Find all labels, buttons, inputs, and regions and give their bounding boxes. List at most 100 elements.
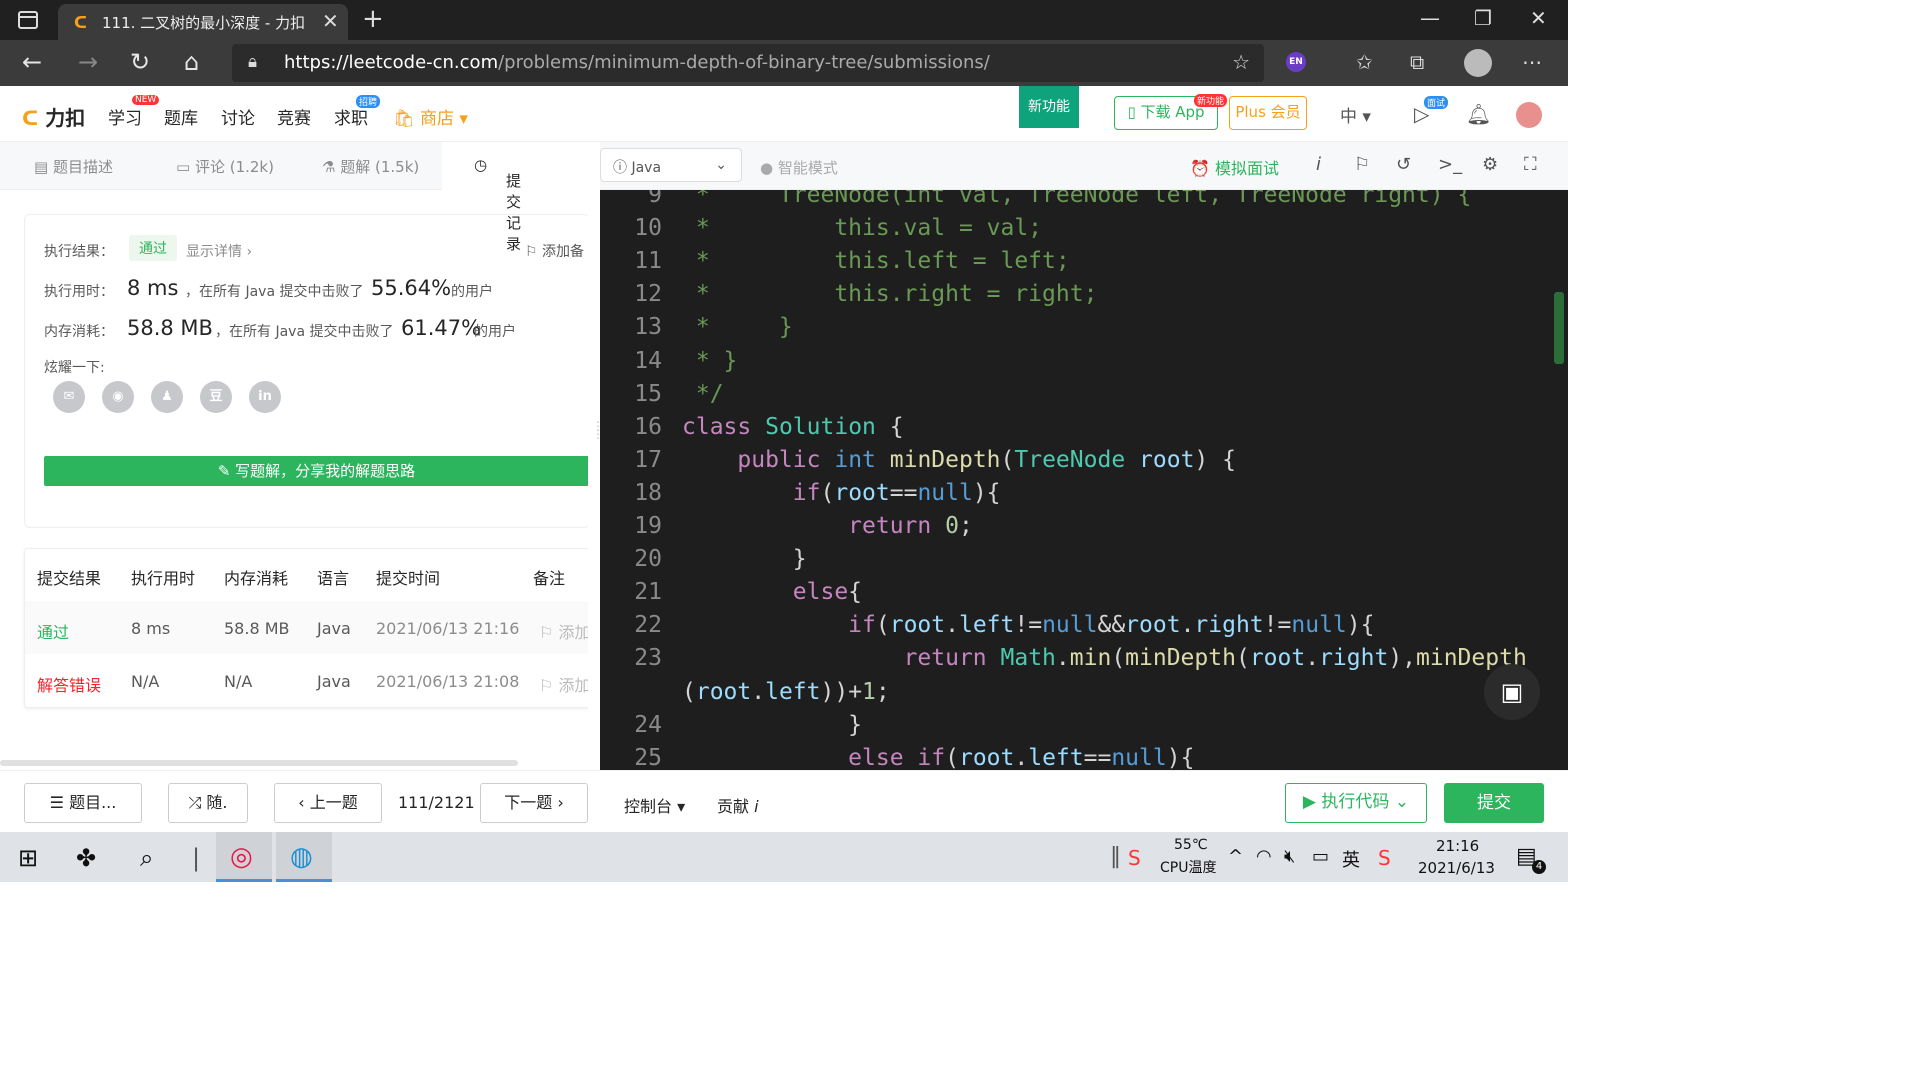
write-solution-button[interactable]: ✎ 写题解，分享我的解题思路 (44, 456, 589, 486)
add-note-link[interactable]: ⚐ 添加备 (525, 241, 584, 261)
row-status[interactable]: 通过 (37, 619, 69, 643)
settings-icon[interactable]: ⚙ (1482, 154, 1498, 175)
notification-bell-icon[interactable]: 🔔︎ (1466, 102, 1491, 126)
mock-interview-button[interactable]: ⏰ 模拟面试 (1190, 155, 1279, 179)
nav-contest[interactable]: 竞赛 (277, 104, 311, 129)
linkedin-share-icon[interactable]: in (249, 381, 281, 413)
code-line[interactable]: class Solution { (682, 414, 904, 440)
row-note[interactable]: ⚐ 添加 (539, 672, 590, 696)
edge-app-icon[interactable]: ◍ (276, 832, 332, 882)
chrome-app-icon[interactable]: ◎ (216, 832, 272, 882)
new-tab-icon[interactable]: + (362, 4, 384, 34)
reset-icon[interactable]: ↺ (1396, 154, 1411, 175)
code-line[interactable]: if(root.left!=null&&root.right!=null){ (682, 612, 1374, 638)
minimize-icon[interactable]: — (1420, 6, 1440, 30)
translate-extension-icon[interactable]: EN (1286, 52, 1306, 72)
clock-date[interactable]: 2021/6/13 (1418, 859, 1495, 877)
profile-avatar[interactable] (1464, 49, 1492, 77)
contribute-link[interactable]: 贡献 i (717, 793, 759, 817)
row-note[interactable]: ⚐ 添加 (539, 619, 590, 643)
language-select[interactable]: 中 ▾ (1340, 102, 1371, 127)
code-line[interactable]: return Math.min(minDepth(root.right),min… (682, 645, 1527, 671)
ime-indicator[interactable]: 英 (1342, 846, 1360, 872)
show-hidden-icons[interactable]: ^ (1228, 846, 1243, 867)
table-row[interactable]: 解答错误 N/A N/A Java 2021/06/13 21:08 ⚐ 添加 (25, 654, 591, 707)
browser-tab[interactable]: ᑕ 111. 二叉树的最小深度 - 力扣（L ✕ (58, 4, 348, 40)
mute-icon[interactable]: 🔇︎ (1284, 846, 1295, 867)
tab-comments[interactable]: ▭ 评论 (1.2k) (176, 156, 274, 177)
table-row[interactable]: 通过 8 ms 58.8 MB Java 2021/06/13 21:16 ⚐ … (25, 601, 591, 654)
close-tab-icon[interactable]: ✕ (322, 9, 339, 33)
add-favorite-icon[interactable]: ☆ (1232, 50, 1250, 74)
sogou-tray-icon[interactable]: S (1378, 846, 1391, 870)
sogou-icon[interactable]: S (1128, 846, 1141, 870)
nav-problems[interactable]: 题库 (164, 104, 198, 129)
plus-member-button[interactable]: Plus 会员 (1229, 96, 1307, 130)
run-code-button[interactable]: ▶ 执行代码 ⌄ (1285, 783, 1427, 823)
editor-scrollbar[interactable] (1554, 292, 1564, 364)
submit-button[interactable]: 提交 (1444, 783, 1544, 823)
battery-icon[interactable]: ▭ (1312, 846, 1329, 867)
new-feature-ribbon[interactable]: 新功能 (1019, 86, 1079, 128)
clock-time[interactable]: 21:16 (1436, 837, 1479, 855)
tab-description[interactable]: ▤ 题目描述 (34, 156, 113, 177)
code-line[interactable]: (root.left))+1; (682, 679, 890, 705)
smart-mode-toggle[interactable]: ● 智能模式 (760, 157, 838, 178)
code-line[interactable]: else{ (682, 579, 862, 605)
wechat-share-icon[interactable]: ✉ (53, 381, 85, 413)
pinwheel-app-icon[interactable]: ✤ (76, 844, 96, 872)
wifi-icon[interactable]: ◠ (1256, 846, 1272, 867)
home-icon[interactable]: ⌂ (184, 48, 199, 76)
info-icon[interactable]: i (1316, 154, 1321, 175)
code-line[interactable]: if(root==null){ (682, 480, 1001, 506)
forward-icon[interactable]: → (78, 48, 98, 76)
code-line[interactable]: * TreeNode(int val, TreeNode left, TreeN… (682, 190, 1471, 208)
tab-actions-icon[interactable] (18, 11, 38, 29)
code-line[interactable]: * } (682, 314, 793, 340)
language-select[interactable]: ⓘ Java ⌄ (600, 148, 742, 182)
restore-icon[interactable]: ❐ (1474, 6, 1492, 30)
terminal-icon[interactable]: >_ (1438, 154, 1462, 175)
next-problem-button[interactable]: 下一题 › (480, 783, 588, 823)
collections-icon[interactable]: ⧉ (1410, 50, 1424, 74)
favorites-icon[interactable]: ✩ (1356, 50, 1373, 74)
horizontal-scrollbar[interactable] (0, 760, 518, 766)
code-line[interactable]: * this.val = val; (682, 215, 1042, 241)
url-field[interactable]: 🔒︎ https://leetcode-cn.com/problems/mini… (232, 44, 1264, 82)
search-icon[interactable]: ⌕ (140, 844, 153, 872)
back-icon[interactable]: ← (22, 48, 42, 76)
tab-submissions[interactable]: ◷ 提交记录 (442, 142, 588, 253)
douban-share-icon[interactable]: 豆 (200, 381, 232, 413)
code-editor[interactable]: 9 * TreeNode(int val, TreeNode left, Tre… (600, 190, 1568, 770)
more-menu-icon[interactable]: ⋯ (1522, 50, 1542, 74)
show-details-link[interactable]: 显示详情 › (186, 241, 252, 261)
code-line[interactable]: return 0; (682, 513, 973, 539)
leetcode-logo[interactable]: ᑕ 力扣 (22, 102, 85, 131)
windows-start-icon[interactable]: ⊞ (18, 844, 38, 872)
code-line[interactable]: } (682, 546, 807, 572)
prev-problem-button[interactable]: ‹ 上一题 (274, 783, 382, 823)
nav-discuss[interactable]: 讨论 (221, 104, 255, 129)
weibo-share-icon[interactable]: ◉ (102, 381, 134, 413)
problem-list-button[interactable]: ☰ 题目... (24, 783, 142, 823)
nav-shop[interactable]: 🛍︎ 商店 ▾ (393, 104, 468, 129)
code-line[interactable]: public int minDepth(TreeNode root) { (682, 447, 1236, 473)
tab-solutions[interactable]: ⚗ 题解 (1.5k) (322, 156, 419, 177)
random-problem-button[interactable]: ⤮ 随. (168, 783, 248, 823)
code-line[interactable]: * this.right = right; (682, 281, 1098, 307)
notebook-icon[interactable]: ▣ (1484, 664, 1540, 720)
qq-share-icon[interactable]: ♟ (151, 381, 183, 413)
code-line[interactable]: * this.left = left; (682, 248, 1070, 274)
code-line[interactable]: * } (682, 348, 738, 374)
code-line[interactable]: else if(root.left==null){ (682, 745, 1194, 770)
close-window-icon[interactable]: ✕ (1530, 6, 1547, 30)
row-status[interactable]: 解答错误 (37, 672, 101, 696)
code-line[interactable]: } (682, 712, 862, 738)
refresh-icon[interactable]: ↻ (130, 48, 150, 76)
nav-learn[interactable]: 学习 (108, 104, 142, 129)
fullscreen-icon[interactable]: ⛶ (1524, 154, 1537, 175)
flag-icon[interactable]: ⚐ (1354, 154, 1370, 175)
console-toggle[interactable]: 控制台 ▾ (624, 793, 685, 817)
user-avatar[interactable] (1516, 102, 1542, 128)
code-line[interactable]: */ (682, 381, 724, 407)
